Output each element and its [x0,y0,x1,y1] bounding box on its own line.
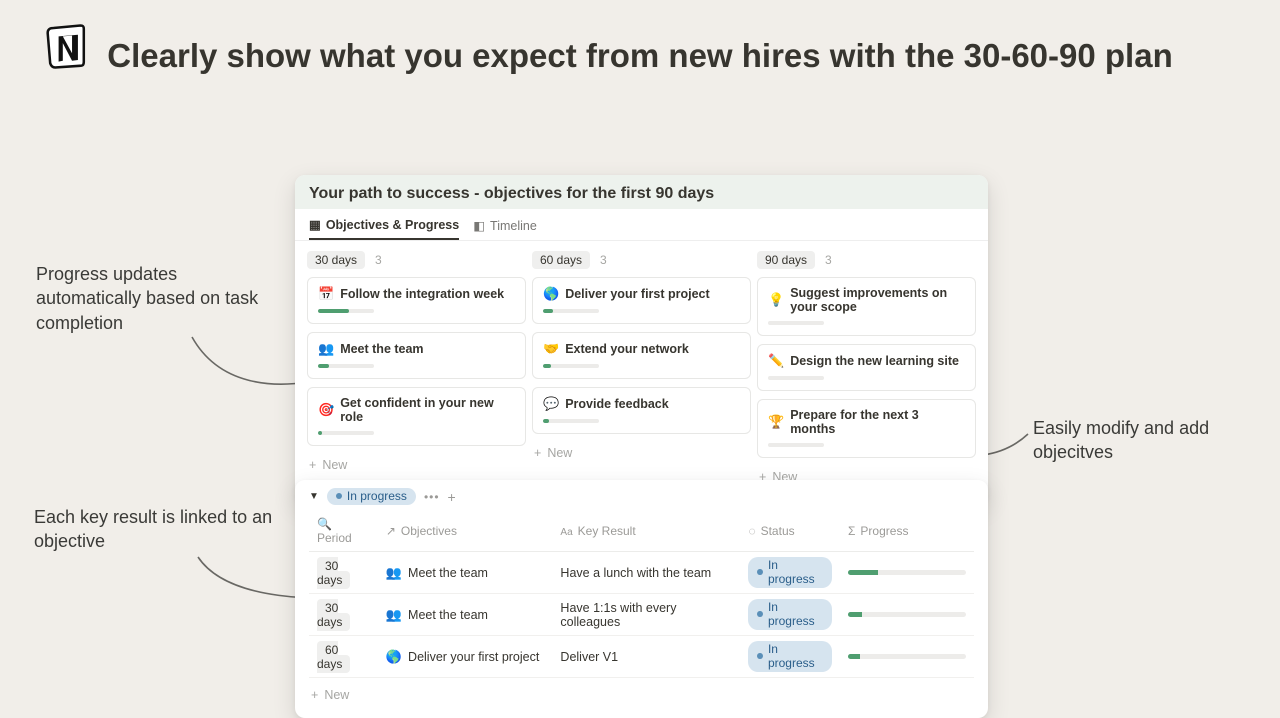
card-emoji-icon: 🤝 [543,341,559,357]
card-emoji-icon: 🎯 [318,402,334,418]
search-icon: 🔍 [317,517,332,531]
col-period[interactable]: 🔍Period [309,511,378,552]
objective-card[interactable]: 🌎 Deliver your first project [532,277,751,324]
text-icon: Aa [560,527,572,538]
progress-bar [543,419,599,423]
progress-bar [543,309,599,313]
column-count: 3 [600,253,607,267]
col-status[interactable]: ◌Status [740,511,840,552]
keyresult-cell: Have 1:1s with every colleagues [552,594,740,636]
add-icon[interactable]: + [448,489,456,505]
timeline-icon: ◧ [473,218,485,233]
card-title: Follow the integration week [340,287,504,301]
objective-card[interactable]: 💡 Suggest improvements on your scope [757,277,976,336]
annotation-progress: Progress updates automatically based on … [36,262,266,335]
table-row[interactable]: 30 days 👥Meet the team Have a lunch with… [309,552,974,594]
card-emoji-icon: 💡 [768,292,784,308]
objective-link[interactable]: 🌎Deliver your first project [386,649,545,665]
panel-title: Your path to success - objectives for th… [309,185,974,203]
status-badge[interactable]: In progress [748,557,832,588]
objective-card[interactable]: 🎯 Get confident in your new role [307,387,526,446]
col-progress[interactable]: ΣProgress [840,511,974,552]
objective-card[interactable]: 🏆 Prepare for the next 3 months [757,399,976,458]
objective-emoji-icon: 👥 [386,607,402,623]
status-badge[interactable]: In progress [748,599,832,630]
card-title: Extend your network [565,342,689,356]
card-emoji-icon: 💬 [543,396,559,412]
progress-bar [318,431,374,435]
plus-icon: + [534,446,541,460]
collapse-icon[interactable]: ▼ [309,491,319,502]
col-objectives[interactable]: ↗Objectives [378,511,553,552]
table-row[interactable]: 30 days 👥Meet the team Have 1:1s with ev… [309,594,974,636]
tab-objectives[interactable]: ▦ Objectives & Progress [309,209,459,240]
add-new-card[interactable]: +New [532,442,751,464]
keyresult-cell: Deliver V1 [552,636,740,678]
objective-card[interactable]: 💬 Provide feedback [532,387,751,434]
annotation-keyresult: Each key result is linked to an objectiv… [34,505,274,554]
objective-emoji-icon: 🌎 [386,649,402,665]
card-title: Provide feedback [565,397,669,411]
relation-icon: ↗ [386,524,396,538]
tab-timeline[interactable]: ◧ Timeline [473,209,537,240]
progress-bar [768,321,824,325]
card-emoji-icon: 📅 [318,286,334,302]
group-badge[interactable]: In progress [327,488,416,505]
card-emoji-icon: 🏆 [768,414,784,430]
card-title: Deliver your first project [565,287,710,301]
board-icon: ▦ [309,217,321,232]
table-row[interactable]: 60 days 🌎Deliver your first project Deli… [309,636,974,678]
col-keyresult[interactable]: AaKey Result [552,511,740,552]
progress-bar [318,364,374,368]
card-title: Suggest improvements on your scope [790,286,965,314]
tab-label: Timeline [490,219,537,233]
add-new-card[interactable]: +New [307,454,526,476]
period-chip: 30 days [317,557,350,589]
progress-bar [768,443,824,447]
period-chip: 30 days [317,599,350,631]
progress-bar [318,309,374,313]
progress-bar [768,376,824,380]
card-title: Get confident in your new role [340,396,515,424]
annotation-modify: Easily modify and add objecitves [1033,416,1243,465]
objective-card[interactable]: 🤝 Extend your network [532,332,751,379]
objective-card[interactable]: 👥 Meet the team [307,332,526,379]
column-label[interactable]: 60 days [532,251,590,269]
card-title: Design the new learning site [790,354,959,368]
column-count: 3 [375,253,382,267]
progress-bar [848,612,966,617]
column-label[interactable]: 90 days [757,251,815,269]
keyresult-cell: Have a lunch with the team [552,552,740,594]
card-title: Meet the team [340,342,423,356]
progress-bar [848,570,966,575]
objective-emoji-icon: 👥 [386,565,402,581]
status-icon: ◌ [748,524,755,538]
status-badge[interactable]: In progress [748,641,832,672]
card-emoji-icon: ✏️ [768,353,784,369]
keyresults-panel: ▼ In progress ••• + 🔍Period ↗Objectives … [295,480,988,718]
page-headline: Clearly show what you expect from new hi… [0,36,1280,76]
progress-bar [543,364,599,368]
card-title: Prepare for the next 3 months [790,408,965,436]
card-emoji-icon: 🌎 [543,286,559,302]
objective-link[interactable]: 👥Meet the team [386,565,545,581]
card-emoji-icon: 👥 [318,341,334,357]
column-count: 3 [825,253,832,267]
column-label[interactable]: 30 days [307,251,365,269]
tab-label: Objectives & Progress [326,218,459,232]
objectives-panel: Your path to success - objectives for th… [295,175,988,502]
objective-card[interactable]: ✏️ Design the new learning site [757,344,976,391]
more-icon[interactable]: ••• [424,490,440,504]
period-chip: 60 days [317,641,350,673]
objective-card[interactable]: 📅 Follow the integration week [307,277,526,324]
progress-bar [848,654,966,659]
add-new-row[interactable]: +New [309,684,974,706]
objective-link[interactable]: 👥Meet the team [386,607,545,623]
plus-icon: + [309,458,316,472]
sigma-icon: Σ [848,524,855,538]
